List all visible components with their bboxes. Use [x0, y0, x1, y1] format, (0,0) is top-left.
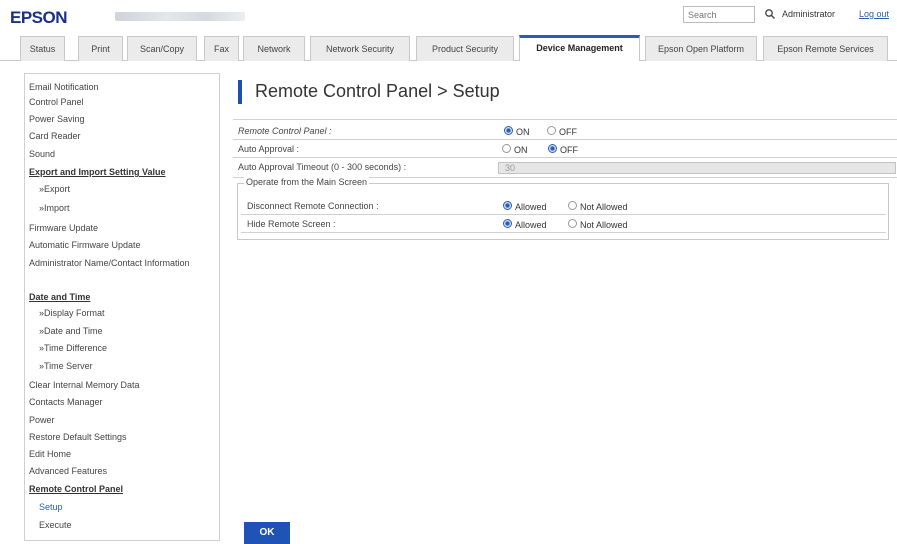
- tab-scan-copy[interactable]: Scan/Copy: [127, 36, 197, 61]
- sidebar-item-card-reader[interactable]: Card Reader: [29, 131, 81, 141]
- remote-control-panel-off-label[interactable]: OFF: [559, 127, 577, 137]
- sidebar-item-power-saving[interactable]: Power Saving: [29, 114, 85, 124]
- divider: [241, 232, 886, 233]
- sidebar-item-power[interactable]: Power: [29, 415, 55, 425]
- sidebar-item-import[interactable]: »Import: [39, 203, 70, 213]
- auto-approval-timeout-input[interactable]: 30: [498, 162, 896, 174]
- printer-name-redacted: [115, 12, 245, 21]
- main-screen-group-legend: Operate from the Main Screen: [244, 177, 370, 187]
- tab-status[interactable]: Status: [20, 36, 65, 61]
- hide-screen-not-allowed-label[interactable]: Not Allowed: [580, 220, 628, 230]
- sidebar-item-edit-home[interactable]: Edit Home: [29, 449, 71, 459]
- top-header: EPSON Administrator Log out: [0, 0, 897, 34]
- page-title: Remote Control Panel > Setup: [255, 81, 500, 101]
- auto-approval-on-radio[interactable]: [502, 144, 511, 153]
- search-icon[interactable]: [764, 8, 776, 20]
- disconnect-allowed-radio[interactable]: [503, 201, 512, 210]
- disconnect-allowed-label[interactable]: Allowed: [515, 202, 547, 212]
- ok-button[interactable]: OK: [244, 522, 290, 544]
- sidebar-item-control-panel[interactable]: Control Panel: [29, 97, 84, 107]
- remote-control-panel-label: Remote Control Panel :: [238, 126, 332, 136]
- sidebar: Email Notification Control Panel Power S…: [24, 73, 220, 541]
- sidebar-item-execute[interactable]: Execute: [39, 520, 72, 530]
- tab-product-security[interactable]: Product Security: [416, 36, 514, 61]
- disconnect-remote-label: Disconnect Remote Connection :: [247, 201, 379, 211]
- sidebar-item-advanced-features[interactable]: Advanced Features: [29, 466, 107, 476]
- logout-link[interactable]: Log out: [859, 9, 889, 19]
- divider: [233, 139, 897, 140]
- sidebar-item-time-server[interactable]: »Time Server: [39, 361, 93, 371]
- tab-network[interactable]: Network: [243, 36, 305, 61]
- sidebar-item-setup[interactable]: Setup: [39, 502, 63, 512]
- sidebar-item-firmware-update[interactable]: Firmware Update: [29, 223, 98, 233]
- sidebar-item-display-format[interactable]: »Display Format: [39, 308, 105, 318]
- remote-control-panel-on-label[interactable]: ON: [516, 127, 530, 137]
- hide-remote-screen-label: Hide Remote Screen :: [247, 219, 336, 229]
- sidebar-item-email-notification[interactable]: Email Notification: [29, 82, 99, 92]
- search-input[interactable]: [683, 6, 755, 23]
- sidebar-item-export[interactable]: »Export: [39, 184, 70, 194]
- sidebar-item-date-time-header[interactable]: Date and Time: [29, 292, 90, 302]
- divider: [241, 214, 886, 215]
- tab-print[interactable]: Print: [78, 36, 123, 61]
- sidebar-item-export-import-header[interactable]: Export and Import Setting Value: [29, 167, 166, 177]
- sidebar-item-sound[interactable]: Sound: [29, 149, 55, 159]
- tab-fax[interactable]: Fax: [204, 36, 239, 61]
- remote-control-panel-on-radio[interactable]: [504, 126, 513, 135]
- sidebar-item-restore-defaults[interactable]: Restore Default Settings: [29, 432, 127, 442]
- sidebar-item-remote-control-panel[interactable]: Remote Control Panel: [29, 484, 123, 494]
- sidebar-item-administrator-name[interactable]: Administrator Name/Contact Information: [29, 258, 199, 269]
- hide-screen-allowed-label[interactable]: Allowed: [515, 220, 547, 230]
- title-accent-bar: [238, 80, 242, 104]
- disconnect-not-allowed-radio[interactable]: [568, 201, 577, 210]
- sidebar-item-time-difference[interactable]: »Time Difference: [39, 343, 107, 353]
- auto-approval-timeout-label: Auto Approval Timeout (0 - 300 seconds) …: [238, 162, 407, 172]
- tab-network-security[interactable]: Network Security: [310, 36, 410, 61]
- tab-epson-remote-services[interactable]: Epson Remote Services: [763, 36, 888, 61]
- tab-epson-open-platform[interactable]: Epson Open Platform: [645, 36, 757, 61]
- epson-logo: EPSON: [10, 8, 68, 27]
- main-tabs: Status Print Scan/Copy Fax Network Netwo…: [0, 35, 897, 61]
- divider: [233, 157, 897, 158]
- auto-approval-off-radio[interactable]: [548, 144, 557, 153]
- sidebar-item-clear-memory[interactable]: Clear Internal Memory Data: [29, 380, 140, 390]
- sidebar-item-contacts-manager[interactable]: Contacts Manager: [29, 397, 103, 407]
- sidebar-item-date-and-time[interactable]: »Date and Time: [39, 326, 103, 336]
- tab-device-management[interactable]: Device Management: [519, 35, 640, 61]
- auto-approval-label: Auto Approval :: [238, 144, 300, 154]
- hide-screen-not-allowed-radio[interactable]: [568, 219, 577, 228]
- auto-approval-off-label[interactable]: OFF: [560, 145, 578, 155]
- disconnect-not-allowed-label[interactable]: Not Allowed: [580, 202, 628, 212]
- auto-approval-on-label[interactable]: ON: [514, 145, 528, 155]
- admin-label: Administrator: [782, 9, 836, 19]
- remote-control-panel-off-radio[interactable]: [547, 126, 556, 135]
- divider: [233, 119, 897, 120]
- sidebar-item-automatic-firmware-update[interactable]: Automatic Firmware Update: [29, 240, 141, 250]
- hide-screen-allowed-radio[interactable]: [503, 219, 512, 228]
